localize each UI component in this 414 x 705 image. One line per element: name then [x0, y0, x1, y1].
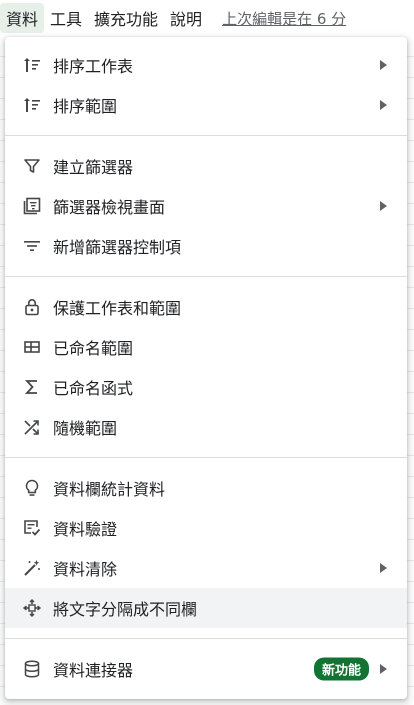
sort-icon	[21, 54, 43, 76]
menu-item-add-slicer[interactable]: 新增篩選器控制項	[5, 226, 407, 266]
menu-item-filter-views[interactable]: 篩選器檢視畫面	[5, 186, 407, 226]
magic-wand-icon	[21, 557, 43, 579]
menu-item-label: 保護工作表和範圍	[53, 299, 182, 318]
menu-item-label: 將文字分隔成不同欄	[53, 600, 198, 619]
menu-item-label: 新增篩選器控制項	[53, 238, 182, 257]
menu-item-label: 篩選器檢視畫面	[53, 198, 166, 217]
named-range-icon	[21, 336, 43, 358]
filter-view-icon	[21, 195, 43, 217]
menu-item-label: 建立篩選器	[53, 158, 134, 177]
data-menu-dropdown: 排序工作表 排序範圍 建立篩選器 篩選器檢視畫面 新增篩選器控制項 保護工作表和…	[5, 37, 407, 699]
data-validation-icon	[21, 517, 43, 539]
menu-item-sort-range[interactable]: 排序範圍	[5, 85, 407, 125]
menu-item-sort-sheet[interactable]: 排序工作表	[5, 45, 407, 85]
menu-tools[interactable]: 工具	[44, 3, 88, 33]
menu-item-label: 排序工作表	[53, 57, 134, 76]
menu-item-split-text[interactable]: 將文字分隔成不同欄	[5, 588, 407, 628]
database-icon	[21, 658, 43, 680]
menu-separator	[5, 638, 407, 639]
new-feature-badge: 新功能	[313, 657, 369, 681]
lightbulb-icon	[21, 477, 43, 499]
lock-icon	[21, 296, 43, 318]
menu-separator	[5, 457, 407, 458]
menu-item-label: 資料連接器	[53, 661, 134, 680]
menu-item-randomize-range[interactable]: 隨機範圍	[5, 407, 407, 447]
menu-separator	[5, 276, 407, 277]
split-text-icon	[21, 597, 43, 619]
menu-item-label: 資料驗證	[53, 520, 118, 539]
menu-item-data-connectors[interactable]: 資料連接器 新功能	[5, 649, 407, 689]
menu-item-label: 排序範圍	[53, 97, 118, 116]
menu-item-label: 已命名函式	[53, 379, 134, 398]
submenu-arrow-icon	[380, 60, 387, 70]
menu-item-label: 資料欄統計資料	[53, 480, 166, 499]
slicer-icon	[21, 235, 43, 257]
menu-item-protect[interactable]: 保護工作表和範圍	[5, 287, 407, 327]
menu-item-label: 已命名範圍	[53, 339, 134, 358]
menu-item-named-ranges[interactable]: 已命名範圍	[5, 327, 407, 367]
shuffle-icon	[21, 416, 43, 438]
sort-icon	[21, 94, 43, 116]
menu-extensions[interactable]: 擴充功能	[88, 3, 164, 33]
menu-item-data-validation[interactable]: 資料驗證	[5, 508, 407, 548]
menu-item-label: 隨機範圍	[53, 419, 118, 438]
menu-item-create-filter[interactable]: 建立篩選器	[5, 146, 407, 186]
menu-item-column-stats[interactable]: 資料欄統計資料	[5, 468, 407, 508]
menu-item-named-functions[interactable]: 已命名函式	[5, 367, 407, 407]
submenu-arrow-icon	[380, 201, 387, 211]
submenu-arrow-icon	[380, 100, 387, 110]
menu-item-data-cleanup[interactable]: 資料清除	[5, 548, 407, 588]
sigma-icon	[21, 376, 43, 398]
menu-separator	[5, 135, 407, 136]
filter-icon	[21, 155, 43, 177]
last-edit-link[interactable]: 上次編輯是在 6 分	[222, 8, 346, 29]
menu-item-label: 資料清除	[53, 560, 118, 579]
submenu-arrow-icon	[380, 563, 387, 573]
submenu-arrow-icon	[380, 664, 387, 674]
menu-data[interactable]: 資料	[0, 3, 45, 33]
menu-help[interactable]: 說明	[164, 3, 208, 33]
menu-bar: 資料 工具 擴充功能 說明 上次編輯是在 6 分	[0, 0, 414, 36]
